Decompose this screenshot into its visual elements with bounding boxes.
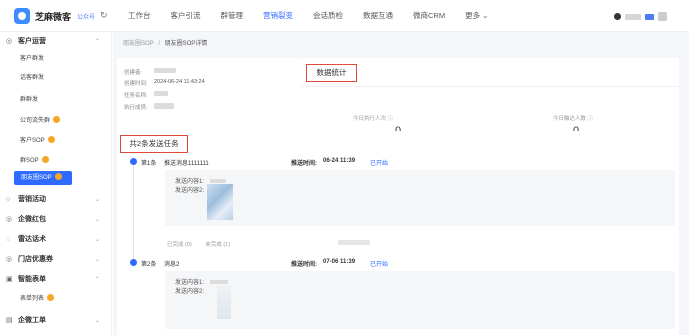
task-name: 推送消息1111111 <box>164 161 209 167</box>
creator-redacted <box>154 68 176 73</box>
user-status-icon <box>614 13 621 20</box>
chevron-down-icon: ⌄ <box>95 197 101 203</box>
stats-title: 数据统计 <box>306 64 357 82</box>
radar-icon: ◌ <box>6 236 11 243</box>
content-label-2: 发送内容2: <box>175 289 205 295</box>
task-index: 第1条 <box>141 161 157 167</box>
info-members: 执行成员: <box>124 103 174 111</box>
content-text-redacted <box>209 179 226 183</box>
user-name-redacted <box>625 13 641 20</box>
user-menu[interactable] <box>614 12 667 21</box>
brand-name: 芝麻微客 <box>35 12 72 22</box>
push-time: 07-06 11:39 <box>323 259 356 265</box>
sidebar: ◎ 客户运营 ⌃ 客户群发 话客群发 群群发 公司流失群 客户SOP 群SOP … <box>0 32 112 335</box>
nav-group-management[interactable]: 群管理 <box>211 0 254 32</box>
content-image-thumbnail[interactable] <box>217 285 231 319</box>
members-redacted <box>154 103 174 109</box>
nav-marketing[interactable]: 营销裂变 <box>253 0 303 32</box>
coupon-icon: ◎ <box>6 256 13 263</box>
content-label-2: 发送内容2: <box>175 188 205 194</box>
hot-badge-icon <box>53 116 61 123</box>
sidebar-item-customer-sop[interactable]: 客户SOP <box>20 134 55 148</box>
info-icon: ⓘ <box>387 116 394 122</box>
completed-count[interactable]: 已完成 (0) <box>167 242 192 248</box>
push-time-label: 推送时间: <box>291 161 317 167</box>
account-switch[interactable]: 公众号 <box>77 12 95 21</box>
sidebar-group-red-packet[interactable]: ◎ 企微红包 ⌄ <box>0 212 112 228</box>
sidebar-item-form-list[interactable]: 表单列表 <box>20 292 55 306</box>
nav-more[interactable]: 更多 <box>455 0 498 32</box>
chevron-down-icon: ⌄ <box>95 237 101 243</box>
main-content: 朋友圈SOP / 朋友圈SOP详情 创建者: 创建时间: 2024-06-24 … <box>113 32 689 335</box>
refresh-icon[interactable]: ↻ <box>100 10 108 21</box>
info-created-time: 创建时间: 2024-06-24 11:43:24 <box>124 79 205 87</box>
sidebar-group-marketing[interactable]: ○ 营销活动 ⌄ <box>0 192 112 208</box>
incomplete-count[interactable]: 未完成 (1) <box>205 242 230 248</box>
timeline-dot <box>130 259 137 266</box>
task-content-box: 发送内容1: 发送内容2: <box>165 271 675 329</box>
nav-data-sync[interactable]: 数据互通 <box>353 0 403 32</box>
work-order-icon: ▤ <box>6 317 13 324</box>
top-bar: 芝麻微客 公众号 ↻ 工作台 客户引流 群管理 营销裂变 会话质检 数据互通 微… <box>0 0 689 32</box>
task-name-redacted <box>154 91 168 96</box>
chevron-down-icon: ⌄ <box>95 217 101 223</box>
main-nav: 工作台 客户引流 群管理 营销裂变 会话质检 数据互通 微商CRM 更多 <box>118 0 498 32</box>
stat-executed-label: 今日执行人次 ⓘ <box>353 116 394 122</box>
sidebar-group-customer-ops[interactable]: ◎ 客户运营 ⌃ <box>0 34 112 50</box>
nav-customer-acquisition[interactable]: 客户引流 <box>161 0 211 32</box>
sidebar-group-radar-scripts[interactable]: ◌ 雷达话术 ⌄ <box>0 232 112 248</box>
task-status[interactable]: 已开始 <box>370 158 388 167</box>
sidebar-group-smart-forms[interactable]: ▣ 智能表单 ⌃ <box>0 272 112 288</box>
sidebar-group-coupons[interactable]: ◎ 门店优惠券 ⌄ <box>0 252 112 268</box>
task-index: 第2条 <box>141 262 157 268</box>
breadcrumb-parent[interactable]: 朋友圈SOP <box>123 41 154 47</box>
nav-session-audit[interactable]: 会话质检 <box>303 0 353 32</box>
info-task-name: 任务名称: <box>124 91 168 99</box>
hot-badge-icon <box>41 156 49 163</box>
sidebar-item-lost-groups[interactable]: 公司流失群 <box>20 114 61 128</box>
content-image-thumbnail[interactable] <box>207 184 233 220</box>
push-time-label: 推送时间: <box>291 262 317 268</box>
timeline-line <box>133 161 134 263</box>
timeline-dot <box>130 158 137 165</box>
customer-ops-icon: ◎ <box>6 38 13 45</box>
sidebar-item-customer-broadcast[interactable]: 客户群发 <box>20 52 44 66</box>
chevron-up-icon: ⌃ <box>95 39 101 45</box>
task-list-card: 共2条发送任务 第1条 推送消息1111111 推送时间: 06-24 11:3… <box>117 131 679 335</box>
task-list-title: 共2条发送任务 <box>120 135 188 153</box>
task-name: 消息2 <box>164 262 180 268</box>
chevron-down-icon: ⌄ <box>95 318 101 324</box>
sidebar-item-mass-group[interactable]: 群群发 <box>20 93 38 107</box>
avatar[interactable] <box>658 12 667 21</box>
sidebar-item-group-sop[interactable]: 群SOP <box>20 154 49 168</box>
hot-badge-icon <box>47 136 55 143</box>
chevron-up-icon: ⌃ <box>95 277 101 283</box>
marketing-icon: ○ <box>6 196 11 203</box>
push-time: 06-24 11:39 <box>323 158 356 164</box>
red-packet-icon: ◎ <box>6 216 13 223</box>
nav-crm[interactable]: 微商CRM <box>403 0 455 32</box>
breadcrumb: 朋友圈SOP / 朋友圈SOP详情 <box>123 41 208 47</box>
user-badge <box>645 13 654 20</box>
redacted-text <box>338 240 370 245</box>
task-progress: 已完成 (0) 未完成 (1) <box>167 240 230 248</box>
stat-reached-label: 今日触达人数 ⓘ <box>553 116 594 122</box>
sidebar-group-work-orders[interactable]: ▤ 企微工单 ⌄ <box>0 313 112 329</box>
hot-badge-icon <box>54 173 62 180</box>
breadcrumb-current: 朋友圈SOP详情 <box>164 41 208 47</box>
logo-icon <box>14 8 30 24</box>
sidebar-item-moments-sop[interactable]: 朋友圈SOP <box>14 171 72 185</box>
task-content-box: 发送内容1: 发送内容2: <box>165 170 675 226</box>
info-icon: ⓘ <box>587 116 594 122</box>
chevron-down-icon: ⌄ <box>95 257 101 263</box>
form-icon: ▣ <box>6 276 13 283</box>
sidebar-item-group-broadcast[interactable]: 话客群发 <box>20 71 44 85</box>
task-status[interactable]: 已开始 <box>370 259 388 268</box>
hot-badge-icon <box>47 294 55 301</box>
info-creator: 创建者: <box>124 68 176 76</box>
nav-workbench[interactable]: 工作台 <box>118 0 161 32</box>
content-text-redacted <box>209 280 228 284</box>
